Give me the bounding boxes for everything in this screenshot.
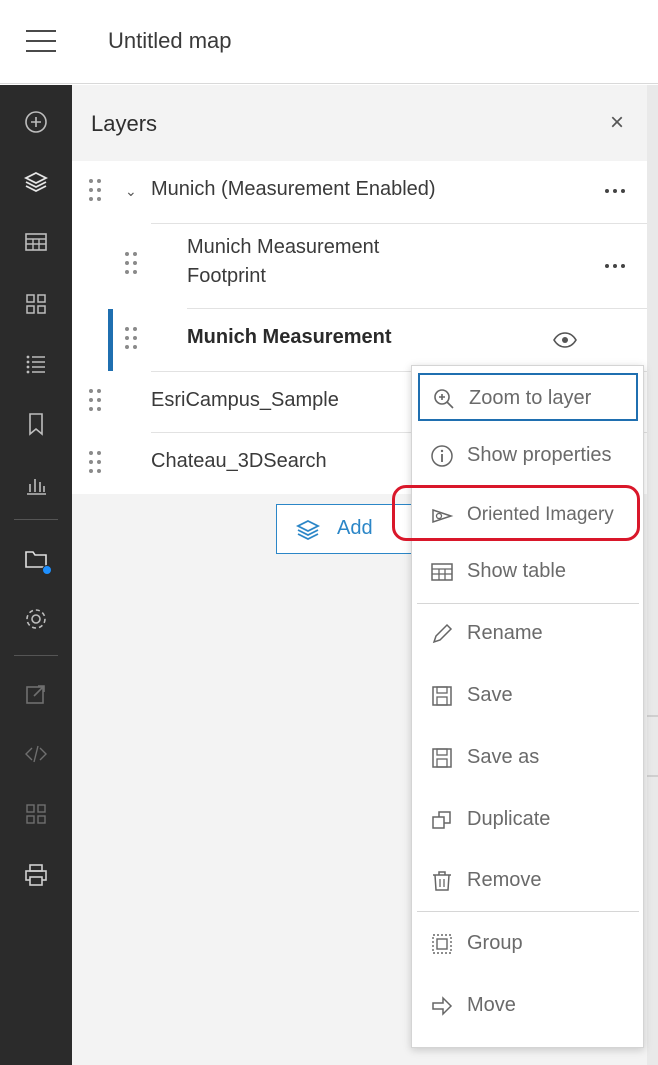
menu-item-group[interactable]: Group bbox=[418, 920, 638, 968]
pencil-icon bbox=[430, 622, 454, 646]
drag-handle-icon[interactable] bbox=[89, 451, 105, 477]
drag-handle-icon[interactable] bbox=[89, 179, 105, 205]
zoom-in-icon bbox=[432, 387, 456, 411]
menu-item-label: Move bbox=[467, 994, 516, 1016]
menu-item-save-as[interactable]: Save as bbox=[418, 734, 638, 782]
rail-divider bbox=[14, 519, 58, 520]
menu-divider bbox=[417, 603, 639, 604]
more-options-icon[interactable] bbox=[599, 256, 631, 276]
menu-icon[interactable] bbox=[26, 28, 56, 54]
menu-item-label: Show table bbox=[467, 560, 566, 582]
map-title[interactable]: Untitled map bbox=[108, 28, 232, 54]
oriented-imagery-icon bbox=[430, 504, 454, 528]
layers-icon[interactable] bbox=[14, 160, 58, 204]
bookmark-icon[interactable] bbox=[14, 402, 58, 446]
action-rail bbox=[0, 85, 72, 1065]
layer-label: Munich (Measurement Enabled) bbox=[151, 178, 436, 200]
table-icon[interactable] bbox=[14, 220, 58, 264]
menu-item-rename[interactable]: Rename bbox=[418, 610, 638, 658]
menu-item-label: Duplicate bbox=[467, 808, 551, 830]
table-icon bbox=[430, 560, 454, 584]
layer-context-menu: Zoom to layer Show properties Oriented I… bbox=[411, 365, 644, 1048]
chevron-down-icon[interactable]: ⌄ bbox=[125, 183, 137, 200]
save-as-icon bbox=[430, 746, 454, 770]
menu-item-duplicate[interactable]: Duplicate bbox=[418, 796, 638, 844]
menu-divider bbox=[417, 911, 639, 912]
share-icon[interactable] bbox=[14, 672, 58, 716]
menu-item-zoom-to-layer[interactable]: Zoom to layer bbox=[418, 373, 638, 421]
menu-item-show-properties[interactable]: Show properties bbox=[418, 432, 638, 480]
layer-label: EsriCampus_Sample bbox=[151, 389, 339, 411]
notification-badge bbox=[42, 565, 52, 575]
menu-item-label: Remove bbox=[467, 869, 542, 891]
widgets-icon[interactable] bbox=[14, 282, 58, 326]
menu-item-show-table[interactable]: Show table bbox=[418, 548, 638, 596]
map-road bbox=[647, 775, 658, 777]
menu-item-oriented-imagery[interactable]: Oriented Imagery bbox=[418, 492, 638, 540]
menu-item-label: Show properties bbox=[467, 444, 612, 466]
add-circle-icon[interactable] bbox=[14, 100, 58, 144]
chart-icon[interactable] bbox=[14, 463, 58, 507]
selection-indicator bbox=[108, 309, 113, 371]
menu-item-label: Oriented Imagery bbox=[467, 504, 614, 525]
folder-icon[interactable] bbox=[14, 537, 58, 581]
menu-item-save[interactable]: Save bbox=[418, 672, 638, 720]
menu-item-move[interactable]: Move bbox=[418, 982, 638, 1030]
rail-divider bbox=[14, 655, 58, 656]
more-options-icon[interactable] bbox=[599, 181, 631, 201]
layer-label: Munich Measurement bbox=[187, 326, 392, 348]
menu-item-label: Group bbox=[467, 932, 523, 954]
list-item[interactable]: Munich Measurement Footprint bbox=[72, 224, 647, 308]
menu-item-label: Save as bbox=[467, 746, 540, 768]
close-icon[interactable]: × bbox=[603, 109, 631, 137]
drag-handle-icon[interactable] bbox=[89, 389, 105, 415]
map-view[interactable] bbox=[647, 85, 658, 1065]
list-item[interactable]: ⌄ Munich (Measurement Enabled) bbox=[72, 161, 647, 223]
layers-add-icon bbox=[295, 519, 321, 541]
add-label: Add bbox=[337, 517, 373, 539]
menu-item-remove[interactable]: Remove bbox=[418, 857, 638, 905]
drag-handle-icon[interactable] bbox=[125, 252, 141, 278]
drag-handle-icon[interactable] bbox=[125, 327, 141, 353]
apps-icon[interactable] bbox=[14, 792, 58, 836]
panel-header: Layers × bbox=[72, 85, 647, 161]
app-header: Untitled map bbox=[0, 0, 658, 84]
duplicate-icon bbox=[430, 808, 454, 832]
layer-label: Munich Measurement bbox=[187, 236, 380, 258]
map-road bbox=[647, 715, 658, 717]
embed-code-icon[interactable] bbox=[14, 732, 58, 776]
menu-item-label: Save bbox=[467, 684, 513, 706]
menu-item-label: Zoom to layer bbox=[469, 387, 592, 409]
group-icon bbox=[430, 932, 454, 956]
add-layer-button[interactable]: Add bbox=[276, 504, 416, 554]
print-icon[interactable] bbox=[14, 853, 58, 897]
panel-title: Layers bbox=[91, 111, 158, 136]
info-icon bbox=[430, 444, 454, 468]
arrow-right-icon bbox=[430, 994, 454, 1018]
trash-icon bbox=[430, 869, 454, 893]
list-item-selected[interactable]: Munich Measurement bbox=[72, 309, 647, 371]
eye-icon[interactable] bbox=[552, 331, 578, 349]
layer-label: Footprint bbox=[187, 265, 266, 287]
layer-label: Chateau_3DSearch bbox=[151, 450, 327, 472]
save-icon bbox=[430, 684, 454, 708]
menu-item-label: Rename bbox=[467, 622, 543, 644]
legend-icon[interactable] bbox=[14, 342, 58, 386]
settings-icon[interactable] bbox=[14, 597, 58, 641]
